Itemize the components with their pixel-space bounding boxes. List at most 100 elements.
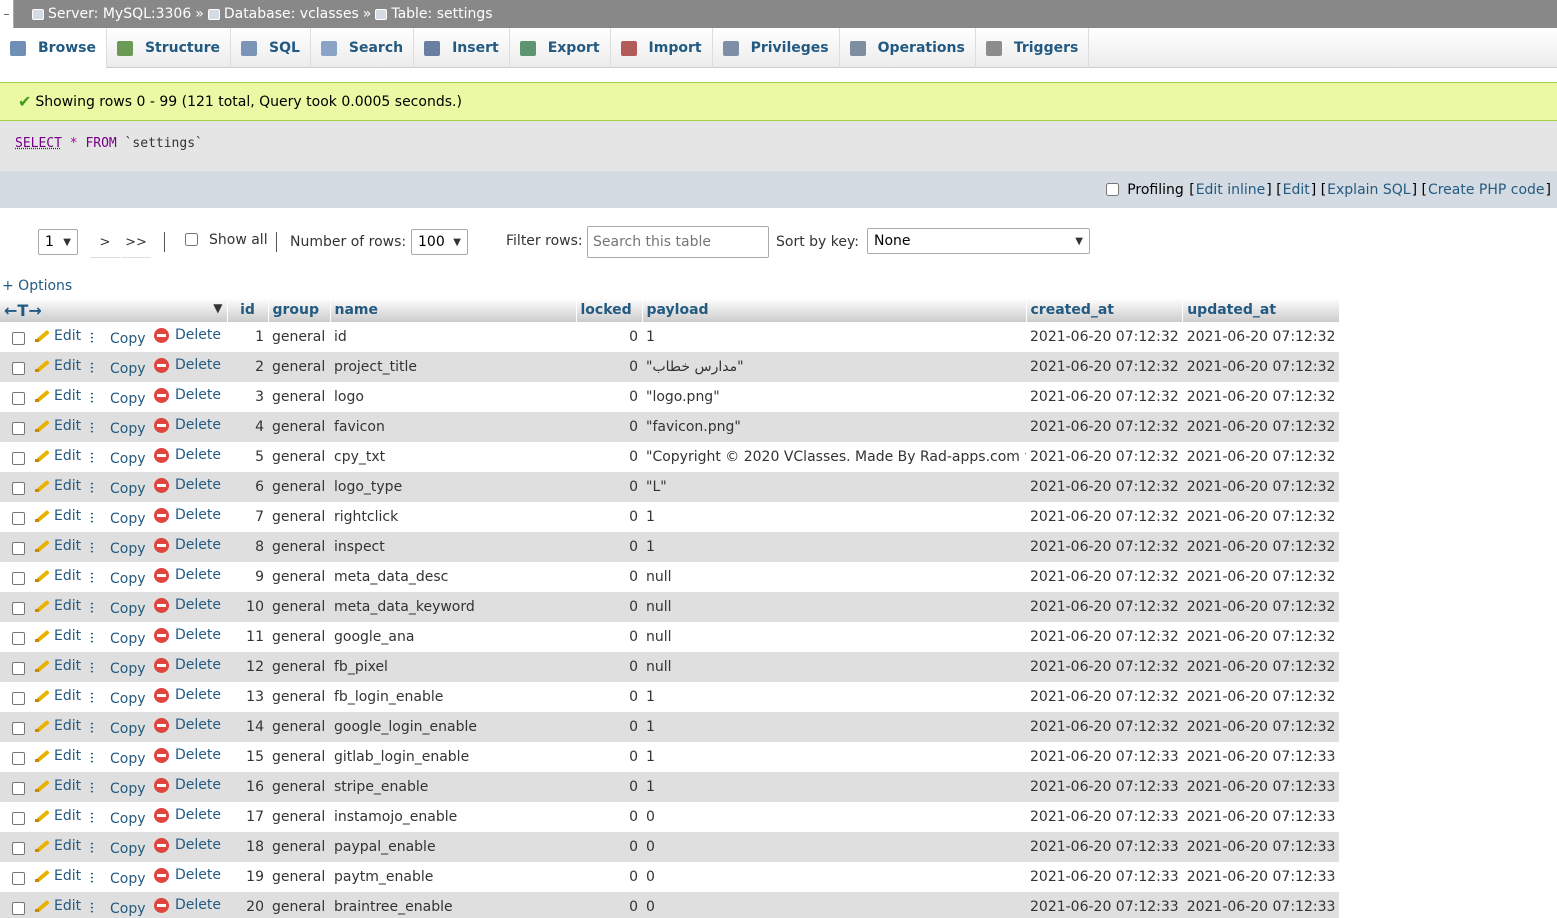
delete-row-button[interactable]: Delete: [154, 717, 221, 733]
row-checkbox[interactable]: [12, 482, 25, 496]
delete-row-button[interactable]: Delete: [154, 507, 221, 523]
cell-id[interactable]: 16: [227, 772, 268, 802]
cell-locked[interactable]: 0: [576, 892, 642, 918]
edit-row-button[interactable]: Edit: [34, 448, 90, 464]
cell-payload[interactable]: "Copyright © 2020 VClasses. Made By Rad-…: [642, 442, 1026, 472]
edit-row-button[interactable]: Edit: [34, 478, 90, 494]
cell-group[interactable]: general: [268, 532, 330, 562]
cell-group[interactable]: general: [268, 562, 330, 592]
cell-created-at[interactable]: 2021-06-20 07:12:33: [1026, 772, 1183, 802]
row-checkbox[interactable]: [12, 332, 25, 346]
tab-privileges[interactable]: Privileges: [713, 28, 840, 68]
cell-id[interactable]: 7: [227, 502, 268, 532]
breadcrumb-database[interactable]: Database: vclasses: [207, 6, 359, 22]
copy-row-button[interactable]: ⫶ Copy: [90, 571, 154, 587]
row-checkbox[interactable]: [12, 572, 25, 586]
cell-locked[interactable]: 0: [576, 742, 642, 772]
cell-name[interactable]: instamojo_enable: [330, 802, 576, 832]
cell-updated-at[interactable]: 2021-06-20 07:12:32: [1182, 412, 1340, 442]
cell-payload[interactable]: 0: [642, 892, 1026, 918]
cell-updated-at[interactable]: 2021-06-20 07:12:33: [1182, 742, 1340, 772]
copy-row-button[interactable]: ⫶ Copy: [90, 751, 154, 767]
edit-row-button[interactable]: Edit: [34, 538, 90, 554]
edit-row-button[interactable]: Edit: [34, 838, 90, 854]
row-checkbox[interactable]: [12, 842, 25, 856]
edit-row-button[interactable]: Edit: [34, 358, 90, 374]
delete-row-button[interactable]: Delete: [154, 477, 221, 493]
show-all-checkbox[interactable]: [185, 233, 198, 246]
cell-created-at[interactable]: 2021-06-20 07:12:32: [1026, 322, 1183, 352]
cell-created-at[interactable]: 2021-06-20 07:12:32: [1026, 562, 1183, 592]
cell-updated-at[interactable]: 2021-06-20 07:12:32: [1182, 382, 1340, 412]
row-checkbox[interactable]: [12, 512, 25, 526]
cell-payload[interactable]: 1: [642, 532, 1026, 562]
copy-row-button[interactable]: ⫶ Copy: [90, 691, 154, 707]
copy-row-button[interactable]: ⫶ Copy: [90, 721, 154, 737]
show-all-label[interactable]: Show all: [209, 232, 268, 248]
cell-payload[interactable]: 1: [642, 772, 1026, 802]
delete-row-button[interactable]: Delete: [154, 537, 221, 553]
tab-search[interactable]: Search: [311, 28, 415, 68]
cell-group[interactable]: general: [268, 862, 330, 892]
cell-locked[interactable]: 0: [576, 532, 642, 562]
cell-id[interactable]: 10: [227, 592, 268, 622]
cell-id[interactable]: 20: [227, 892, 268, 918]
cell-payload[interactable]: "favicon.png": [642, 412, 1026, 442]
delete-row-button[interactable]: Delete: [154, 387, 221, 403]
profiling-checkbox[interactable]: [1106, 183, 1120, 196]
cell-created-at[interactable]: 2021-06-20 07:12:32: [1026, 592, 1183, 622]
cell-id[interactable]: 11: [227, 622, 268, 652]
cell-created-at[interactable]: 2021-06-20 07:12:32: [1026, 682, 1183, 712]
edit-row-button[interactable]: Edit: [34, 718, 90, 734]
cell-group[interactable]: general: [268, 802, 330, 832]
row-checkbox[interactable]: [12, 722, 25, 736]
cell-id[interactable]: 14: [227, 712, 268, 742]
copy-row-button[interactable]: ⫶ Copy: [90, 661, 154, 677]
cell-payload[interactable]: 1: [642, 742, 1026, 772]
copy-row-button[interactable]: ⫶ Copy: [90, 901, 154, 917]
cell-id[interactable]: 2: [227, 352, 268, 382]
cell-group[interactable]: general: [268, 652, 330, 682]
cell-id[interactable]: 18: [227, 832, 268, 862]
cell-name[interactable]: fb_pixel: [330, 652, 576, 682]
edit-sql-link[interactable]: Edit: [1283, 182, 1310, 198]
cell-group[interactable]: general: [268, 772, 330, 802]
cell-created-at[interactable]: 2021-06-20 07:12:32: [1026, 502, 1183, 532]
cell-name[interactable]: stripe_enable: [330, 772, 576, 802]
cell-updated-at[interactable]: 2021-06-20 07:12:32: [1182, 712, 1340, 742]
cell-created-at[interactable]: 2021-06-20 07:12:32: [1026, 352, 1183, 382]
cell-created-at[interactable]: 2021-06-20 07:12:33: [1026, 862, 1183, 892]
tab-triggers[interactable]: Triggers: [976, 28, 1090, 68]
edit-row-button[interactable]: Edit: [34, 688, 90, 704]
cell-updated-at[interactable]: 2021-06-20 07:12:33: [1182, 772, 1340, 802]
tab-export[interactable]: Export: [510, 28, 611, 68]
row-checkbox[interactable]: [12, 752, 25, 766]
cell-updated-at[interactable]: 2021-06-20 07:12:32: [1182, 622, 1340, 652]
cell-name[interactable]: logo_type: [330, 472, 576, 502]
row-checkbox[interactable]: [12, 392, 25, 406]
row-checkbox[interactable]: [12, 422, 25, 436]
cell-group[interactable]: general: [268, 712, 330, 742]
delete-row-button[interactable]: Delete: [154, 417, 221, 433]
cell-id[interactable]: 4: [227, 412, 268, 442]
cell-payload[interactable]: null: [642, 622, 1026, 652]
edit-row-button[interactable]: Edit: [34, 568, 90, 584]
cell-updated-at[interactable]: 2021-06-20 07:12:32: [1182, 472, 1340, 502]
cell-payload[interactable]: 1: [642, 682, 1026, 712]
row-checkbox[interactable]: [12, 362, 25, 376]
row-checkbox[interactable]: [12, 602, 25, 616]
cell-payload[interactable]: null: [642, 562, 1026, 592]
cell-created-at[interactable]: 2021-06-20 07:12:33: [1026, 742, 1183, 772]
column-header-group[interactable]: group: [268, 298, 331, 322]
cell-group[interactable]: general: [268, 442, 330, 472]
copy-row-button[interactable]: ⫶ Copy: [90, 451, 154, 467]
delete-row-button[interactable]: Delete: [154, 357, 221, 373]
page-select[interactable]: 1 ▼: [38, 229, 78, 255]
column-header-id[interactable]: id: [227, 298, 269, 322]
tab-structure[interactable]: Structure: [107, 28, 231, 68]
collapse-navigation-button[interactable]: –: [0, 0, 14, 28]
cell-group[interactable]: general: [268, 382, 330, 412]
cell-name[interactable]: favicon: [330, 412, 576, 442]
cell-group[interactable]: general: [268, 472, 330, 502]
delete-row-button[interactable]: Delete: [154, 597, 221, 613]
